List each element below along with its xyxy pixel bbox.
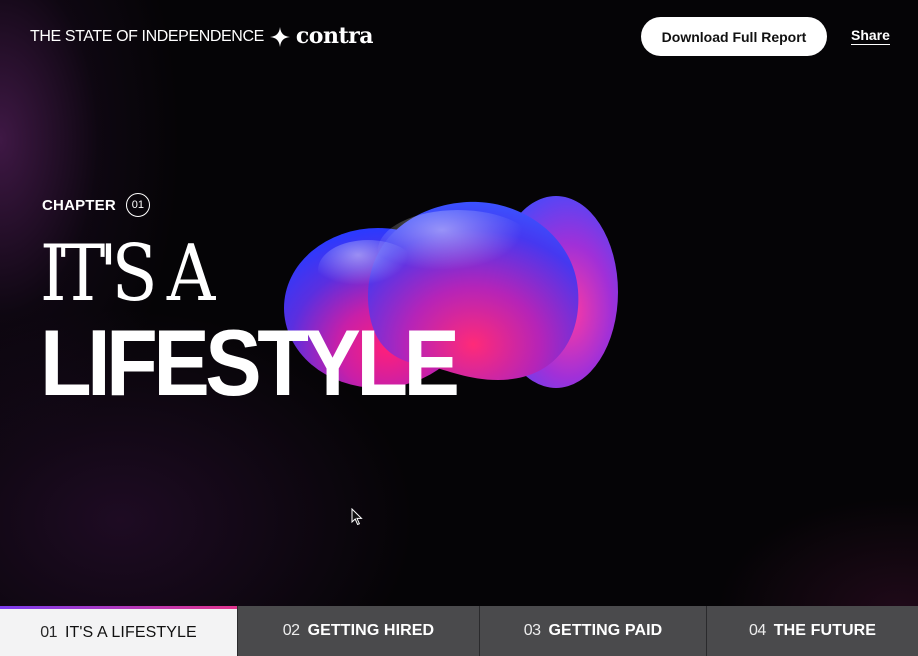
tab-chapter-01[interactable]: 01 IT'S A LIFESTYLE xyxy=(0,606,237,656)
tab-number: 03 xyxy=(523,622,541,639)
tab-label: GETTING HIRED xyxy=(307,622,435,639)
contra-logo: contra xyxy=(295,22,374,49)
report-page: THE STATE OF INDEPENDENCE contra Downloa… xyxy=(0,0,918,656)
tab-number: 04 xyxy=(748,622,766,639)
tab-label: IT'S A LIFESTYLE xyxy=(64,623,197,641)
chapter-indicator: CHAPTER 01 xyxy=(42,193,150,217)
tab-label: GETTING PAID xyxy=(548,622,663,639)
brand[interactable]: THE STATE OF INDEPENDENCE contra xyxy=(30,22,374,50)
chapter-label: CHAPTER xyxy=(42,196,116,214)
tab-number: 01 xyxy=(40,623,57,641)
header: THE STATE OF INDEPENDENCE contra Downloa… xyxy=(0,0,918,74)
share-link[interactable]: Share xyxy=(851,27,890,45)
cursor-pointer-icon xyxy=(351,508,363,526)
brand-title: THE STATE OF INDEPENDENCE xyxy=(30,28,264,45)
sparkle-star-icon xyxy=(269,27,290,47)
headline-line-2: LIFESTYLE xyxy=(40,310,460,415)
chapter-number-badge: 01 xyxy=(125,193,150,217)
download-report-button[interactable]: Download Full Report xyxy=(641,17,827,56)
tab-chapter-04[interactable]: 04 THE FUTURE xyxy=(706,606,918,656)
chapter-nav: 01 IT'S A LIFESTYLE 02 GETTING HIRED 03 … xyxy=(0,606,918,656)
tab-chapter-03[interactable]: 03 GETTING PAID xyxy=(479,606,706,656)
tab-label: THE FUTURE xyxy=(773,622,877,639)
tab-number: 02 xyxy=(282,622,300,639)
headline-line-1: IT'S A xyxy=(40,229,215,319)
tab-chapter-02[interactable]: 02 GETTING HIRED xyxy=(237,606,479,656)
